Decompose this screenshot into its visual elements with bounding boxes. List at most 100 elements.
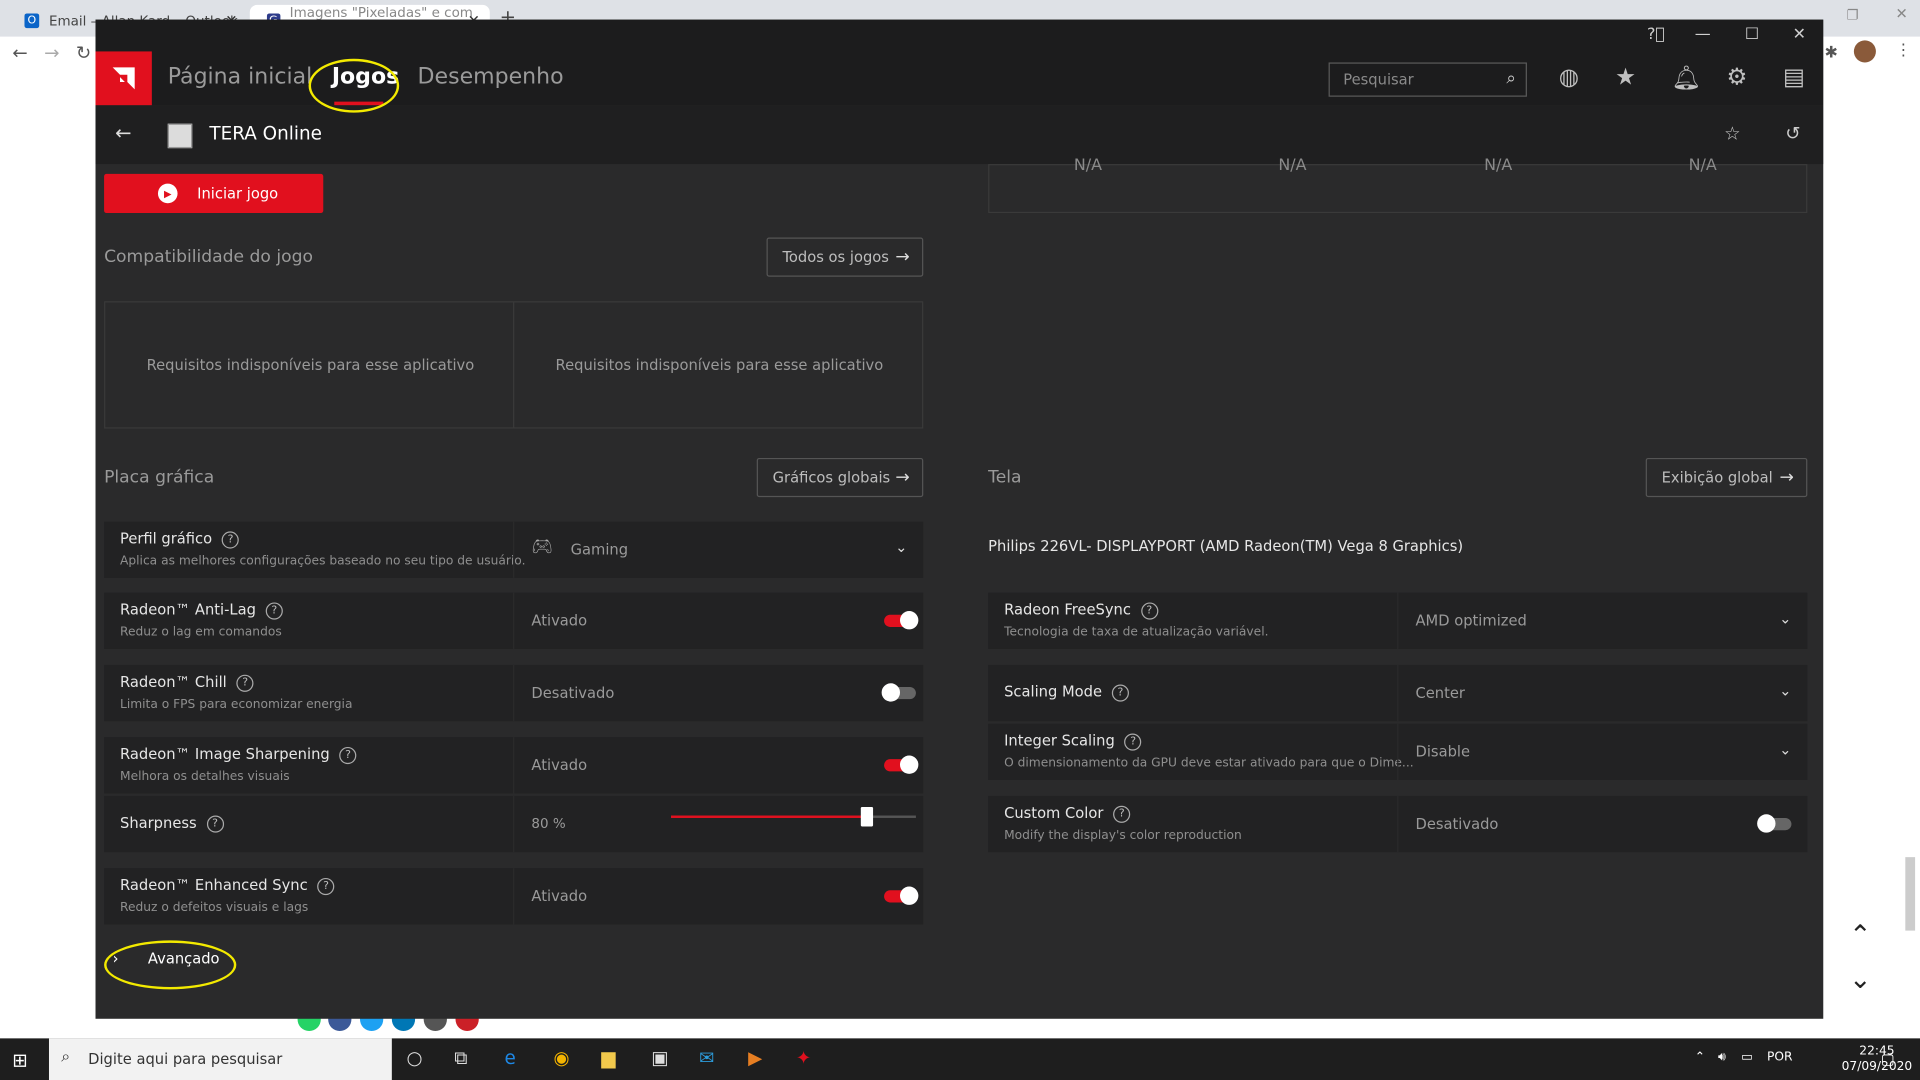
cortana-icon[interactable]: ○ [407, 1047, 423, 1069]
row-label: Radeon™ Anti-Lag? [120, 601, 283, 619]
freesync-row[interactable]: Radeon FreeSync? Tecnologia de taxa de a… [988, 592, 1808, 649]
globe-icon[interactable]: ◍ [1559, 64, 1579, 91]
minimize-icon[interactable]: — [1695, 26, 1711, 44]
enhanced-sync-row[interactable]: Radeon™ Enhanced Sync? Reduz o defeitos … [104, 868, 924, 925]
taskbar-search[interactable]: ⌕ Digite aqui para pesquisar [48, 1038, 392, 1080]
all-games-button[interactable]: Todos os jogos → [766, 237, 924, 277]
help-icon[interactable]: ? [1124, 732, 1142, 751]
compat-right-text: Requisitos indisponíveis para esse aplic… [555, 356, 884, 374]
help-icon[interactable]: ? [317, 877, 335, 895]
gear-icon[interactable]: ⚙ [1727, 64, 1748, 91]
help-icon[interactable]: ? [1113, 805, 1131, 823]
toggle-knob [900, 755, 919, 774]
search-placeholder: Pesquisar [1343, 71, 1414, 89]
row-label: Scaling Mode? [1004, 683, 1129, 702]
language[interactable]: POR [1767, 1051, 1793, 1064]
custom-color-toggle[interactable] [1757, 814, 1792, 833]
search-input[interactable]: Pesquisar ⌕ [1328, 62, 1527, 97]
file-explorer-icon[interactable]: ▆ [601, 1047, 615, 1069]
bell-icon[interactable]: 🔔︎ [1671, 64, 1701, 92]
sharpness-slider[interactable] [671, 806, 916, 827]
mail-icon[interactable]: ✉ [699, 1047, 714, 1069]
anti-lag-toggle[interactable] [884, 611, 919, 630]
amd-logo[interactable] [95, 51, 152, 106]
close-window-icon[interactable]: ✕ [1793, 26, 1806, 44]
store-icon[interactable]: ▣ [651, 1047, 668, 1069]
chevron-down-icon[interactable]: ⌄ [895, 539, 907, 556]
close-icon[interactable]: ✕ [1896, 5, 1908, 22]
integer-scaling-row[interactable]: Integer Scaling? O dimensionamento da GP… [988, 723, 1808, 781]
label-text: Radeon FreeSync [1004, 601, 1131, 619]
chevron-down-icon[interactable]: ⌄ [1779, 682, 1791, 699]
enhanced-sync-toggle[interactable] [884, 886, 919, 905]
divider [1397, 664, 1399, 722]
forward-arrow-icon[interactable]: → [44, 42, 59, 64]
help-icon[interactable]: ? [206, 814, 224, 833]
chevron-down-icon[interactable]: ⌄ [1779, 610, 1791, 627]
custom-color-row[interactable]: Custom Color? Modify the display's color… [988, 795, 1808, 853]
global-graphics-button[interactable]: Gráficos globais → [756, 457, 924, 498]
help-icon[interactable]: ? [236, 674, 254, 692]
nav-performance[interactable]: Desempenho [418, 64, 564, 90]
scaling-mode-row[interactable]: Scaling Mode? Center ⌄ [988, 664, 1808, 722]
launch-game-button[interactable]: ▶ Iniciar jogo [104, 173, 324, 214]
chrome-icon[interactable]: ◉ [553, 1047, 569, 1069]
global-display-button[interactable]: Exibição global → [1645, 457, 1808, 498]
clock[interactable]: 22:45 07/09/2020 [1842, 1043, 1913, 1075]
network-icon[interactable]: ▭ [1741, 1051, 1753, 1064]
nav-home[interactable]: Página inicial [168, 64, 313, 90]
label-text: Radeon™ Anti-Lag [120, 601, 256, 619]
row-label: Radeon™ Chill? [120, 673, 254, 692]
help-icon[interactable]: ? [1111, 683, 1129, 702]
help-icon[interactable]: ? [1140, 601, 1158, 619]
scroll-up-icon[interactable]: ⌃ [1849, 921, 1872, 952]
extensions-icon[interactable]: ✱ [1824, 44, 1837, 62]
amd-taskbar-icon[interactable]: ✦ [796, 1047, 811, 1069]
chill-row[interactable]: Radeon™ Chill? Limita o FPS para economi… [104, 664, 924, 722]
slider-thumb[interactable] [860, 806, 874, 827]
edge-icon[interactable]: e [504, 1047, 515, 1069]
windows-start-icon[interactable]: ⊞ [12, 1049, 27, 1071]
graphics-profile-row[interactable]: Perfil gráfico? Aplica as melhores confi… [104, 521, 924, 578]
sharpness-row[interactable]: Sharpness? 80 % [104, 795, 924, 853]
image-sharpening-row[interactable]: Radeon™ Image Sharpening? Melhora os det… [104, 737, 924, 794]
help-icon[interactable]: ?⃝ [1647, 26, 1665, 44]
help-icon[interactable]: ? [221, 530, 240, 548]
back-icon[interactable]: ← [115, 121, 131, 144]
row-description: Modify the display's color reproduction [1004, 828, 1242, 843]
back-arrow-icon[interactable]: ← [12, 42, 27, 64]
volume-icon[interactable]: 🔊︎ [1718, 1051, 1726, 1064]
label-text: Integer Scaling [1004, 732, 1115, 750]
avatar[interactable] [1853, 40, 1876, 63]
favorite-icon[interactable]: ☆ [1724, 122, 1740, 144]
scrollbar[interactable] [1905, 857, 1916, 931]
stat-value: N/A [1073, 156, 1103, 176]
scroll-down-icon[interactable]: ⌄ [1849, 965, 1872, 996]
menu-icon[interactable]: ⋮ [1896, 42, 1912, 60]
tray-arrow-icon[interactable]: ⌃ [1695, 1051, 1705, 1064]
chevron-down-icon[interactable]: ⌄ [1779, 741, 1791, 758]
image-sharpening-toggle[interactable] [884, 755, 919, 774]
task-view-icon[interactable]: ⧉ [454, 1047, 467, 1069]
slider-fill [671, 815, 867, 818]
reset-icon[interactable]: ↺ [1785, 122, 1800, 144]
search-icon[interactable]: ⌕ [1506, 69, 1516, 89]
help-icon[interactable]: ? [265, 601, 283, 619]
restore-icon[interactable]: ❐ [1847, 7, 1859, 23]
media-player-icon[interactable]: ▶ [748, 1047, 762, 1069]
compat-right-panel: Requisitos indisponíveis para esse aplic… [513, 301, 924, 429]
row-value: 80 % [531, 815, 566, 832]
reload-icon[interactable]: ↻ [76, 42, 91, 64]
star-icon[interactable]: ★ [1615, 64, 1636, 91]
divider [513, 737, 515, 794]
row-label: Perfil gráfico? [120, 530, 240, 548]
help-icon[interactable]: ? [339, 746, 357, 764]
row-label: Sharpness? [120, 814, 224, 833]
chill-toggle[interactable] [881, 683, 916, 702]
toggle-knob [1757, 814, 1776, 833]
notifications-icon[interactable]: ▢ [1881, 1051, 1895, 1068]
sidebar-toggle-icon[interactable]: ▤ [1783, 64, 1805, 91]
maximize-icon[interactable]: ☐ [1745, 26, 1759, 44]
anti-lag-row[interactable]: Radeon™ Anti-Lag? Reduz o lag em comando… [104, 592, 924, 649]
arrow-right-icon: → [1779, 467, 1794, 488]
